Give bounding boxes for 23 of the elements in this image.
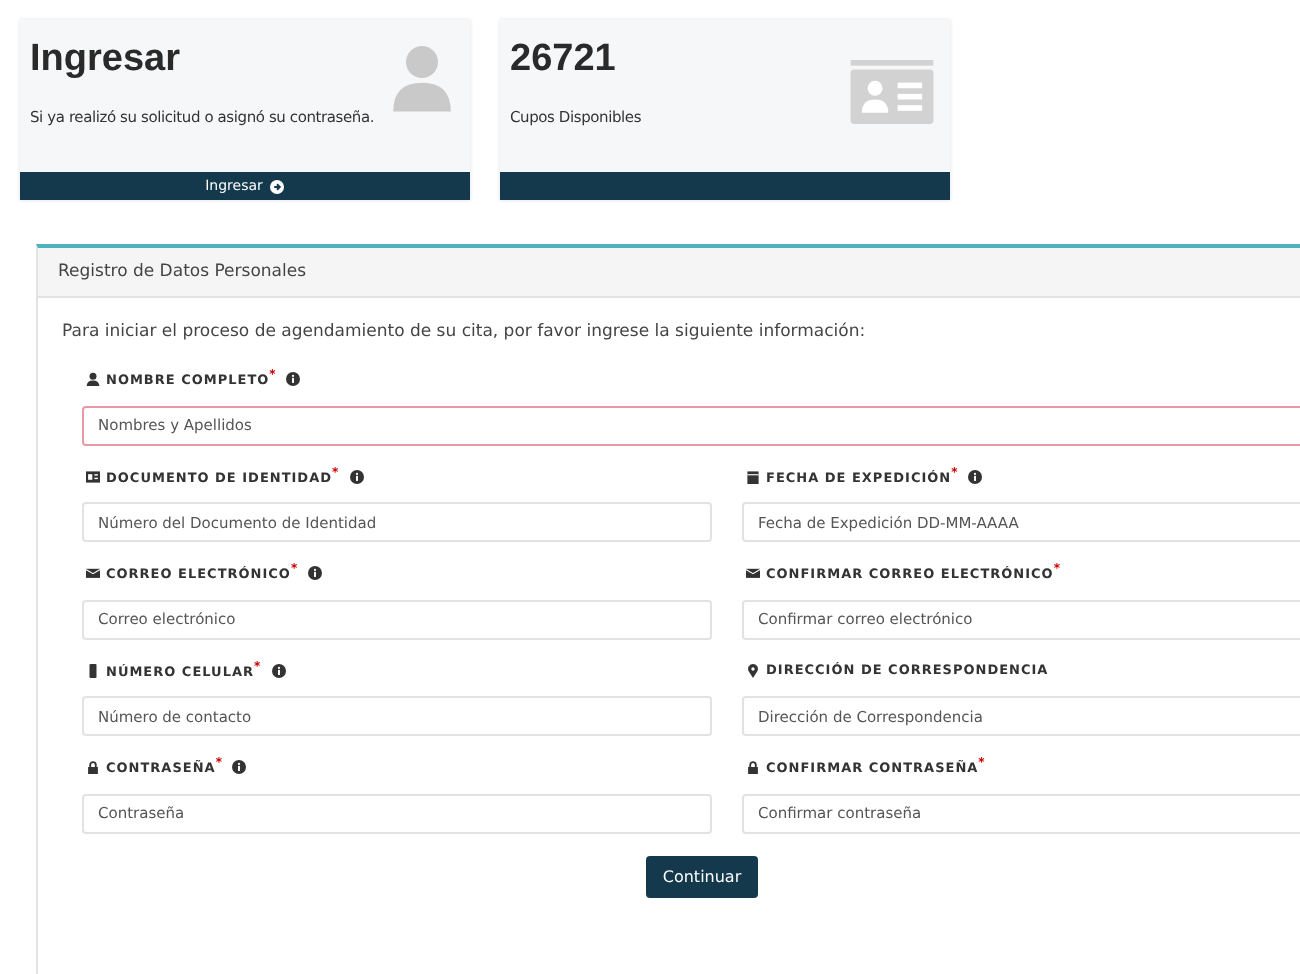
- info-icon[interactable]: [271, 663, 286, 677]
- info-icon[interactable]: [349, 469, 364, 483]
- continue-button[interactable]: Continuar: [646, 855, 758, 897]
- envelope-icon: [86, 566, 100, 580]
- id-card-icon: [850, 60, 934, 124]
- panel-title: Registro de Datos Personales: [58, 262, 307, 282]
- info-icon[interactable]: [232, 760, 247, 774]
- arrow-circle-icon: [270, 179, 285, 193]
- user-icon: [390, 40, 454, 116]
- envelope-icon: [746, 566, 760, 580]
- lock-icon: [86, 760, 100, 774]
- user-icon: [86, 372, 100, 386]
- info-icon[interactable]: [286, 372, 301, 386]
- calendar-icon: [746, 469, 760, 483]
- lock-icon: [746, 760, 760, 774]
- card-title: 26721: [510, 38, 618, 82]
- info-icon[interactable]: [308, 566, 323, 580]
- phone-icon: [86, 663, 100, 677]
- intro-text: Para iniciar el proceso de agendamiento de su cita, por favor ingrese la siguiente información:: [62, 322, 868, 342]
- info-icon[interactable]: [968, 469, 983, 483]
- card-title: Ingresar: [30, 38, 182, 82]
- id-card-icon: [86, 469, 100, 483]
- map-pin-icon: [746, 663, 760, 677]
